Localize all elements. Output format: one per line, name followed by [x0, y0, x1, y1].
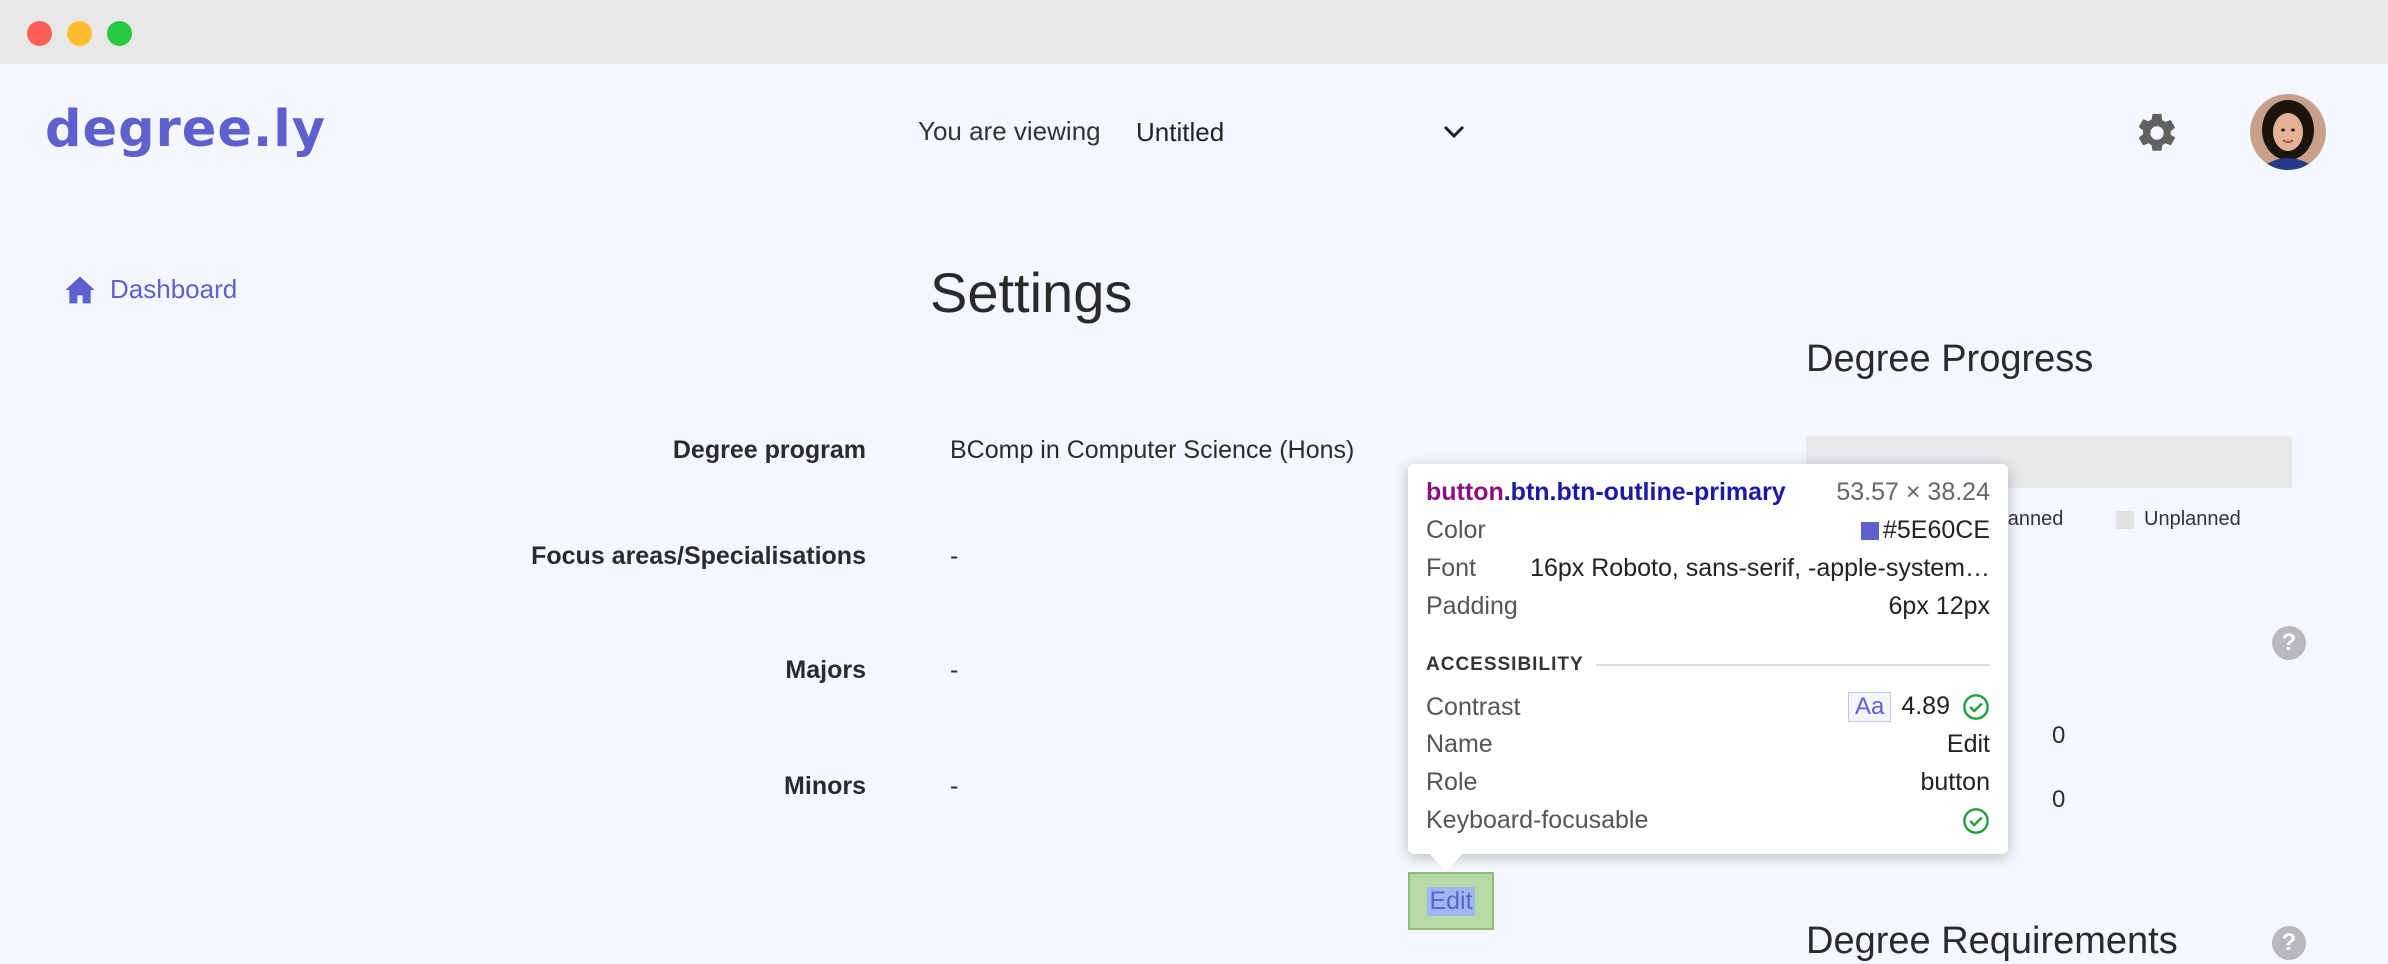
- chevron-down-icon: [1443, 125, 1465, 139]
- inspector-selector: button.btn.btn-outline-primary: [1426, 478, 1786, 507]
- contrast-label: Contrast: [1426, 692, 1521, 721]
- color-value-wrap: #5E60CE: [1860, 516, 1990, 545]
- majors-label: Majors: [785, 656, 866, 684]
- selector-tag: button: [1426, 478, 1504, 506]
- inspector-dimensions: 53.57 × 38.24: [1836, 478, 1990, 506]
- font-value: 16px Roboto, sans-serif, -apple-system…: [1530, 554, 1990, 582]
- inspector-focusable-row: Keyboard-focusable: [1426, 806, 1990, 835]
- focusable-label: Keyboard-focusable: [1426, 806, 1649, 834]
- sidebar-item-label: Dashboard: [110, 274, 238, 304]
- font-label: Font: [1426, 554, 1477, 582]
- legend-unplanned: Unplanned: [2116, 508, 2241, 531]
- viewing-label: You are viewing: [918, 116, 1101, 146]
- plan-select-value: Untitled: [1136, 116, 1225, 147]
- contrast-sample: Aa: [1847, 692, 1892, 722]
- selector-classes: .btn.btn-outline-primary: [1503, 478, 1786, 506]
- minimize-window-button[interactable]: [67, 21, 92, 46]
- edit-button[interactable]: Edit: [1408, 872, 1494, 930]
- page-title: Settings: [930, 261, 1133, 324]
- legend-unplanned-label: Unplanned: [2144, 508, 2241, 530]
- avatar[interactable]: [2250, 94, 2326, 170]
- gear-icon[interactable]: [2134, 110, 2180, 156]
- maximize-window-button[interactable]: [107, 21, 132, 46]
- degree-requirements-title: Degree Requirements: [1806, 920, 2178, 962]
- degree-progress-title: Degree Progress: [1806, 338, 2094, 380]
- role-label: Role: [1426, 768, 1478, 796]
- check-circle-icon: [1963, 807, 1989, 834]
- count-value: 0: [2052, 786, 2066, 813]
- inspector-padding-row: Padding 6px 12px: [1426, 592, 1990, 621]
- focus-areas-value: -: [950, 542, 959, 570]
- inspector-role-row: Role button: [1426, 768, 1990, 797]
- degree-program-value: BComp in Computer Science (Hons): [950, 436, 1355, 464]
- name-value: Edit: [1946, 730, 1990, 758]
- color-label: Color: [1426, 516, 1486, 544]
- color-swatch: [1860, 522, 1879, 540]
- count-value: 0: [2052, 722, 2066, 749]
- app-logo[interactable]: degree.ly: [45, 100, 326, 159]
- role-value: button: [1920, 768, 1990, 796]
- window-titlebar: [0, 0, 2388, 64]
- inspector-color-row: Color #5E60CE: [1426, 516, 1990, 545]
- legend-unplanned-swatch: [2116, 510, 2134, 529]
- focus-areas-label: Focus areas/Specialisations: [531, 542, 866, 570]
- check-circle-icon: [1963, 694, 1989, 721]
- help-icon[interactable]: ?: [2272, 626, 2306, 660]
- accessibility-label: ACCESSIBILITY: [1426, 654, 1584, 675]
- padding-value: 6px 12px: [1888, 592, 1990, 620]
- inspector-tooltip: button.btn.btn-outline-primary 53.57 × 3…: [1408, 464, 2008, 872]
- minors-value: -: [950, 772, 959, 800]
- name-label: Name: [1426, 730, 1493, 758]
- contrast-value-wrap: Aa 4.89: [1847, 692, 1990, 722]
- majors-value: -: [950, 656, 959, 684]
- minors-label: Minors: [784, 772, 866, 800]
- inspector-contrast-row: Contrast Aa 4.89: [1426, 692, 1990, 722]
- divider: [1595, 664, 1990, 666]
- contrast-value: 4.89: [1901, 692, 1950, 720]
- inspector-header: button.btn.btn-outline-primary 53.57 × 3…: [1426, 478, 1990, 507]
- help-icon[interactable]: ?: [2272, 926, 2306, 960]
- close-window-button[interactable]: [27, 21, 52, 46]
- plan-select[interactable]: Untitled: [1136, 108, 1466, 156]
- color-value: #5E60CE: [1882, 516, 1990, 544]
- inspector-name-row: Name Edit: [1426, 730, 1990, 759]
- degree-program-label: Degree program: [672, 436, 866, 464]
- padding-label: Padding: [1426, 592, 1518, 620]
- home-icon: [65, 276, 95, 303]
- edit-button-label: Edit: [1427, 886, 1475, 916]
- inspector-font-row: Font 16px Roboto, sans-serif, -apple-sys…: [1426, 554, 1990, 583]
- accessibility-section-header: ACCESSIBILITY: [1426, 654, 1990, 676]
- sidebar-item-dashboard[interactable]: Dashboard: [64, 274, 237, 305]
- user-photo: [2250, 94, 2326, 170]
